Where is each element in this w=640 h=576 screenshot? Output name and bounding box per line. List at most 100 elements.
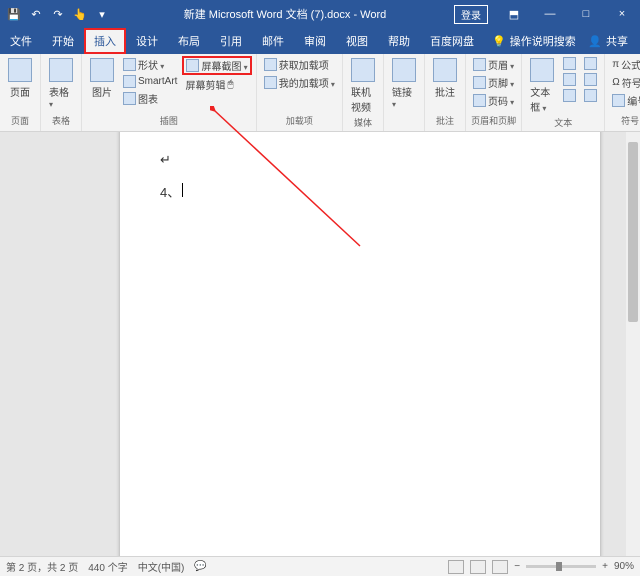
link-button[interactable]: 链接 (388, 56, 420, 112)
dropcap-icon (563, 89, 576, 102)
document-text[interactable]: 4、 (160, 182, 560, 201)
get-addins-label: 获取加载项 (279, 57, 329, 72)
datetime-button[interactable] (581, 72, 600, 87)
window-title: 新建 Microsoft Word 文档 (7).docx - Word (116, 6, 454, 22)
online-video-button[interactable]: 联机视频 (347, 56, 379, 116)
zoom-out-button[interactable]: − (514, 561, 520, 572)
quickparts-button[interactable] (560, 56, 579, 71)
screenshot-button[interactable]: 屏幕截图 (182, 56, 251, 75)
screenclip-button[interactable]: 屏幕剪辑🖱 (182, 76, 251, 93)
shapes-button[interactable]: 形状 (120, 56, 180, 73)
table-button[interactable]: 表格 (45, 56, 77, 112)
word-count[interactable]: 440 个字 (88, 559, 127, 574)
zoom-slider[interactable] (526, 565, 596, 568)
object-button[interactable] (581, 88, 600, 103)
group-label-pages: 页面 (4, 114, 36, 129)
zoom-slider-thumb[interactable] (556, 562, 562, 571)
parts-icon (563, 57, 576, 70)
smartart-icon (123, 75, 136, 88)
picture-button[interactable]: 图片 (86, 56, 118, 101)
qat-more-icon[interactable]: ▾ (92, 4, 112, 24)
zoom-in-button[interactable]: + (602, 561, 608, 572)
scroll-thumb[interactable] (628, 142, 638, 322)
ribbon-options-icon[interactable]: ⬒ (496, 0, 532, 28)
status-bar: 第 2 页，共 2 页 440 个字 中文(中国) 💬 − + 90% (0, 556, 640, 576)
quick-access-toolbar: 💾 ↶ ↷ 👆 ▾ (0, 4, 116, 24)
footer-button[interactable]: 页脚 (470, 74, 517, 91)
comment-icon (433, 58, 457, 82)
redo-icon[interactable]: ↷ (48, 4, 68, 24)
print-layout-button[interactable] (470, 560, 486, 574)
tab-home[interactable]: 开始 (42, 28, 84, 54)
login-button[interactable]: 登录 (454, 5, 488, 24)
link-icon (392, 58, 416, 82)
date-icon (584, 73, 597, 86)
get-addins-button[interactable]: 获取加载项 (261, 56, 338, 73)
tab-baidu[interactable]: 百度网盘 (420, 28, 484, 54)
smartart-button[interactable]: SmartArt (120, 74, 180, 89)
tab-insert[interactable]: 插入 (84, 28, 126, 54)
smartart-label: SmartArt (138, 76, 177, 87)
dropcap-button[interactable] (560, 88, 579, 103)
share-button[interactable]: 👤 共享 (576, 33, 640, 49)
addins-icon (264, 76, 277, 89)
textbox-button[interactable]: 文本框 (526, 56, 558, 116)
tab-references[interactable]: 引用 (210, 28, 252, 54)
save-icon[interactable]: 💾 (4, 4, 24, 24)
number-button[interactable]: 编号 (609, 92, 640, 109)
tell-me-search[interactable]: 💡 操作说明搜索 (492, 33, 576, 49)
pi-icon: π (612, 59, 619, 70)
group-label-addins: 加载项 (261, 114, 338, 129)
cursor-icon: 🖱 (227, 79, 233, 90)
minimize-button[interactable]: — (532, 0, 568, 28)
group-label-header: 页眉和页脚 (470, 114, 517, 129)
tab-file[interactable]: 文件 (0, 28, 42, 54)
touch-mode-icon[interactable]: 👆 (70, 4, 90, 24)
tab-layout[interactable]: 布局 (168, 28, 210, 54)
footer-icon (473, 76, 486, 89)
group-label-media: 媒体 (347, 116, 379, 131)
header-icon (473, 58, 486, 71)
tab-design[interactable]: 设计 (126, 28, 168, 54)
comment-button[interactable]: 批注 (429, 56, 461, 101)
cover-page-button[interactable]: 页面 (4, 56, 36, 101)
vertical-scrollbar[interactable] (626, 132, 640, 556)
pagenum-button[interactable]: 页码 (470, 92, 517, 109)
group-media: 联机视频 媒体 (343, 54, 384, 131)
table-label: 表格 (49, 84, 73, 110)
tab-mail[interactable]: 邮件 (252, 28, 294, 54)
read-mode-button[interactable] (448, 560, 464, 574)
group-label-tables: 表格 (45, 114, 77, 129)
chart-button[interactable]: 图表 (120, 90, 180, 107)
equation-button[interactable]: π公式 (609, 56, 640, 73)
zoom-level[interactable]: 90% (614, 561, 634, 572)
group-comments: 批注 批注 (425, 54, 466, 131)
my-addins-button[interactable]: 我的加载项 (261, 74, 338, 91)
page-count[interactable]: 第 2 页，共 2 页 (6, 559, 78, 574)
object-icon (584, 89, 597, 102)
screenshot-label: 屏幕截图 (201, 58, 247, 73)
wordart-button[interactable] (560, 72, 579, 87)
symbol-button[interactable]: Ω符号 (609, 74, 640, 91)
sigline-button[interactable] (581, 56, 600, 71)
ribbon: 页面 页面 表格 表格 图片 形状 SmartArt 图表 屏幕截图 (0, 54, 640, 132)
shapes-icon (123, 58, 136, 71)
accessibility-icon[interactable]: 💬 (194, 561, 206, 572)
textbox-label: 文本框 (530, 84, 554, 114)
language-status[interactable]: 中文(中国) (138, 559, 185, 574)
maximize-button[interactable]: □ (568, 0, 604, 28)
document-area[interactable]: ↵ 4、 (0, 132, 640, 556)
group-symbols: π公式 Ω符号 编号 符号 (605, 54, 640, 131)
header-button[interactable]: 页眉 (470, 56, 517, 73)
close-button[interactable]: × (604, 0, 640, 28)
tab-review[interactable]: 审阅 (294, 28, 336, 54)
page[interactable]: ↵ 4、 (120, 132, 600, 556)
web-layout-button[interactable] (492, 560, 508, 574)
table-icon (49, 58, 73, 82)
sym-label: 符号 (622, 75, 640, 90)
group-pages: 页面 页面 (0, 54, 41, 131)
tab-view[interactable]: 视图 (336, 28, 378, 54)
group-label-comments: 批注 (429, 114, 461, 129)
undo-icon[interactable]: ↶ (26, 4, 46, 24)
tab-help[interactable]: 帮助 (378, 28, 420, 54)
